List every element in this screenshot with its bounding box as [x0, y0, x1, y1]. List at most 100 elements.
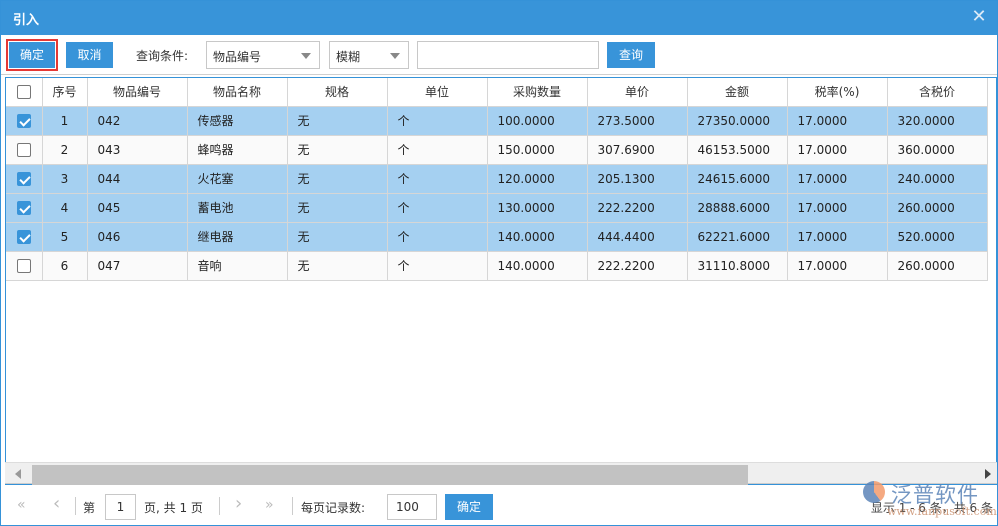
table-row[interactable]: 5 046 继电器无个 140.0000 444.4400 62221.6000 17.00…: [6, 222, 988, 252]
cell-unit: 个: [387, 135, 488, 165]
cell-name: 蓄电池: [187, 193, 288, 223]
cell-code: 045: [87, 193, 188, 223]
cell-code: 047: [87, 251, 188, 281]
cell-seq: 3: [42, 164, 88, 194]
column-header[interactable]: 采购数量: [487, 78, 588, 107]
cell-seq: 2: [42, 135, 88, 165]
close-icon[interactable]: ✕: [969, 7, 989, 27]
cell-name: 火花塞: [187, 164, 288, 194]
cell-amount: 24615.6000: [687, 164, 788, 194]
field-select[interactable]: 物品编号: [206, 41, 320, 69]
scroll-left-icon[interactable]: [15, 469, 21, 479]
column-header[interactable]: 单位: [387, 78, 488, 107]
horizontal-scrollbar[interactable]: [5, 462, 997, 485]
cell-tax-price: 260.0000: [887, 251, 988, 281]
cell-amount: 62221.6000: [687, 222, 788, 252]
row-checkbox[interactable]: [16, 142, 31, 157]
column-header[interactable]: 物品名称: [187, 78, 288, 107]
cell-spec: 无: [287, 106, 388, 136]
cell-unit: 个: [387, 222, 488, 252]
cell-code: 043: [87, 135, 188, 165]
divider: [292, 497, 293, 515]
column-header[interactable]: 物品编号: [87, 78, 188, 107]
cell-tax-price: 360.0000: [887, 135, 988, 165]
cell-tax-price: 320.0000: [887, 106, 988, 136]
column-header[interactable]: 税率(%): [787, 78, 888, 107]
cell-amount: 28888.6000: [687, 193, 788, 223]
cell-name: 音响: [187, 251, 288, 281]
cell-tax-rate: 17.0000: [787, 135, 888, 165]
divider: [219, 497, 220, 515]
cell-name: 传感器: [187, 106, 288, 136]
divider: [75, 497, 76, 515]
page-total-label: 页, 共 1 页: [144, 501, 203, 515]
column-header[interactable]: 单价: [587, 78, 688, 107]
column-header[interactable]: 金额: [687, 78, 788, 107]
scrollbar-thumb[interactable]: [32, 465, 748, 485]
pagination-bar: « ‹ 第 1 页, 共 1 页 › » 每页记录数: 100 确定 显示 1 …: [5, 485, 997, 525]
row-select-cell[interactable]: [6, 193, 43, 223]
cell-code: 042: [87, 106, 188, 136]
table-row[interactable]: 3 044 火花塞无个 120.0000 205.1300 24615.6000 17.00…: [6, 164, 988, 194]
current-page-input[interactable]: 1: [105, 494, 136, 520]
cell-qty: 150.0000: [487, 135, 588, 165]
cell-code: 046: [87, 222, 188, 252]
table-row[interactable]: 4 045 蓄电池无个 130.0000 222.2200 28888.6000 17.00…: [6, 193, 988, 223]
data-grid: 序号 物品编号 物品名称 规格 单位 采购数量 单价 金额 税率(%) 含税价 …: [5, 77, 997, 485]
row-checkbox[interactable]: [16, 200, 31, 215]
scroll-right-icon[interactable]: [985, 469, 991, 479]
row-checkbox[interactable]: [16, 229, 31, 244]
row-checkbox[interactable]: [16, 113, 31, 128]
page-prefix-label: 第: [83, 501, 96, 515]
select-all-checkbox[interactable]: [16, 85, 31, 99]
row-select-cell[interactable]: [6, 222, 43, 252]
match-mode-value: 模糊: [336, 50, 361, 64]
prev-page-icon[interactable]: ‹: [53, 493, 60, 514]
row-checkbox[interactable]: [16, 171, 31, 186]
cell-qty: 120.0000: [487, 164, 588, 194]
cell-unit: 个: [387, 106, 488, 136]
column-header[interactable]: 含税价: [887, 78, 988, 107]
import-dialog: 引入 ✕ 确定 取消 查询条件: 物品编号 模糊 查询 序号 物品编号 物品名称…: [0, 0, 998, 526]
record-summary: 显示 1 - 6 条，共 6 条: [870, 501, 993, 515]
row-checkbox[interactable]: [16, 258, 31, 273]
search-input[interactable]: [417, 41, 599, 69]
next-page-icon[interactable]: ›: [235, 493, 242, 514]
table-header-row: 序号 物品编号 物品名称 规格 单位 采购数量 单价 金额 税率(%) 含税价: [6, 78, 988, 107]
apply-page-size-button[interactable]: 确定: [445, 494, 493, 520]
cell-unit: 个: [387, 164, 488, 194]
row-select-cell[interactable]: [6, 164, 43, 194]
row-select-cell[interactable]: [6, 251, 43, 281]
cell-spec: 无: [287, 135, 388, 165]
row-select-cell[interactable]: [6, 135, 43, 165]
row-select-cell[interactable]: [6, 106, 43, 136]
cell-seq: 5: [42, 222, 88, 252]
query-button[interactable]: 查询: [607, 42, 655, 68]
last-page-icon[interactable]: »: [265, 497, 274, 513]
column-header[interactable]: 序号: [42, 78, 88, 107]
items-table: 序号 物品编号 物品名称 规格 单位 采购数量 单价 金额 税率(%) 含税价 …: [6, 78, 988, 281]
cell-qty: 130.0000: [487, 193, 588, 223]
cell-amount: 27350.0000: [687, 106, 788, 136]
page-size-input[interactable]: 100: [387, 494, 437, 520]
table-row[interactable]: 1 042 传感器无个 100.0000 273.5000 27350.0000 17.00…: [6, 106, 988, 136]
cell-name: 蜂鸣器: [187, 135, 288, 165]
cell-qty: 100.0000: [487, 106, 588, 136]
cell-price: 444.4400: [587, 222, 688, 252]
table-row[interactable]: 6 047 音响无个 140.0000 222.2200 31110.8000 17.000…: [6, 251, 988, 281]
cell-seq: 1: [42, 106, 88, 136]
chevron-down-icon: [301, 53, 311, 59]
cell-unit: 个: [387, 251, 488, 281]
select-all-header[interactable]: [6, 78, 43, 107]
cell-seq: 6: [42, 251, 88, 281]
cell-price: 307.6900: [587, 135, 688, 165]
cancel-button[interactable]: 取消: [66, 42, 113, 68]
match-mode-select[interactable]: 模糊: [329, 41, 409, 69]
cell-spec: 无: [287, 193, 388, 223]
page-size-label: 每页记录数:: [301, 501, 366, 515]
table-row[interactable]: 2 043 蜂鸣器无个 150.0000 307.6900 46153.5000 17.00…: [6, 135, 988, 165]
cell-tax-price: 260.0000: [887, 193, 988, 223]
confirm-button[interactable]: 确定: [6, 39, 58, 71]
column-header[interactable]: 规格: [287, 78, 388, 107]
first-page-icon[interactable]: «: [17, 497, 26, 513]
